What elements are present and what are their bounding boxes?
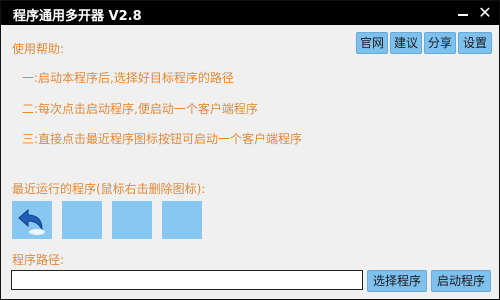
official-site-button[interactable]: 官网 — [356, 32, 388, 54]
help-line: 三:直接点击最近程序图标按钮可启动一个客户端程序 — [22, 132, 303, 146]
suggest-button[interactable]: 建议 — [390, 32, 422, 54]
help-title: 使用帮助: — [12, 42, 65, 56]
recent-program-slot[interactable] — [112, 201, 152, 239]
minimize-icon[interactable] — [453, 3, 473, 23]
share-button[interactable]: 分享 — [424, 32, 456, 54]
recent-program-slot[interactable] — [62, 201, 102, 239]
program-path-input[interactable] — [11, 270, 363, 290]
select-program-button[interactable]: 选择程序 — [367, 270, 427, 292]
launch-program-button[interactable]: 启动程序 — [431, 270, 491, 292]
window-title: 程序通用多开器 V2.8 — [13, 9, 142, 24]
program-path-label: 程序路径: — [12, 253, 65, 267]
main-window: 程序通用多开器 V2.8 ✕ 官网 建议 分享 设置 使用帮助: 一:启动本程序… — [0, 0, 500, 300]
recent-program-slot[interactable] — [12, 201, 52, 239]
undo-arrow-icon — [18, 208, 45, 235]
recent-program-slot[interactable] — [162, 201, 202, 239]
help-line: 一:启动本程序后,选择好目标程序的路径 — [22, 71, 234, 85]
help-line: 二:每次点击启动程序,便启动一个客户端程序 — [22, 102, 258, 116]
title-bar[interactable]: 程序通用多开器 V2.8 ✕ — [1, 1, 499, 25]
recent-programs-title: 最近运行的程序(鼠标右击删除图标): — [12, 182, 206, 196]
settings-button[interactable]: 设置 — [458, 32, 492, 54]
close-icon[interactable]: ✕ — [475, 3, 495, 23]
